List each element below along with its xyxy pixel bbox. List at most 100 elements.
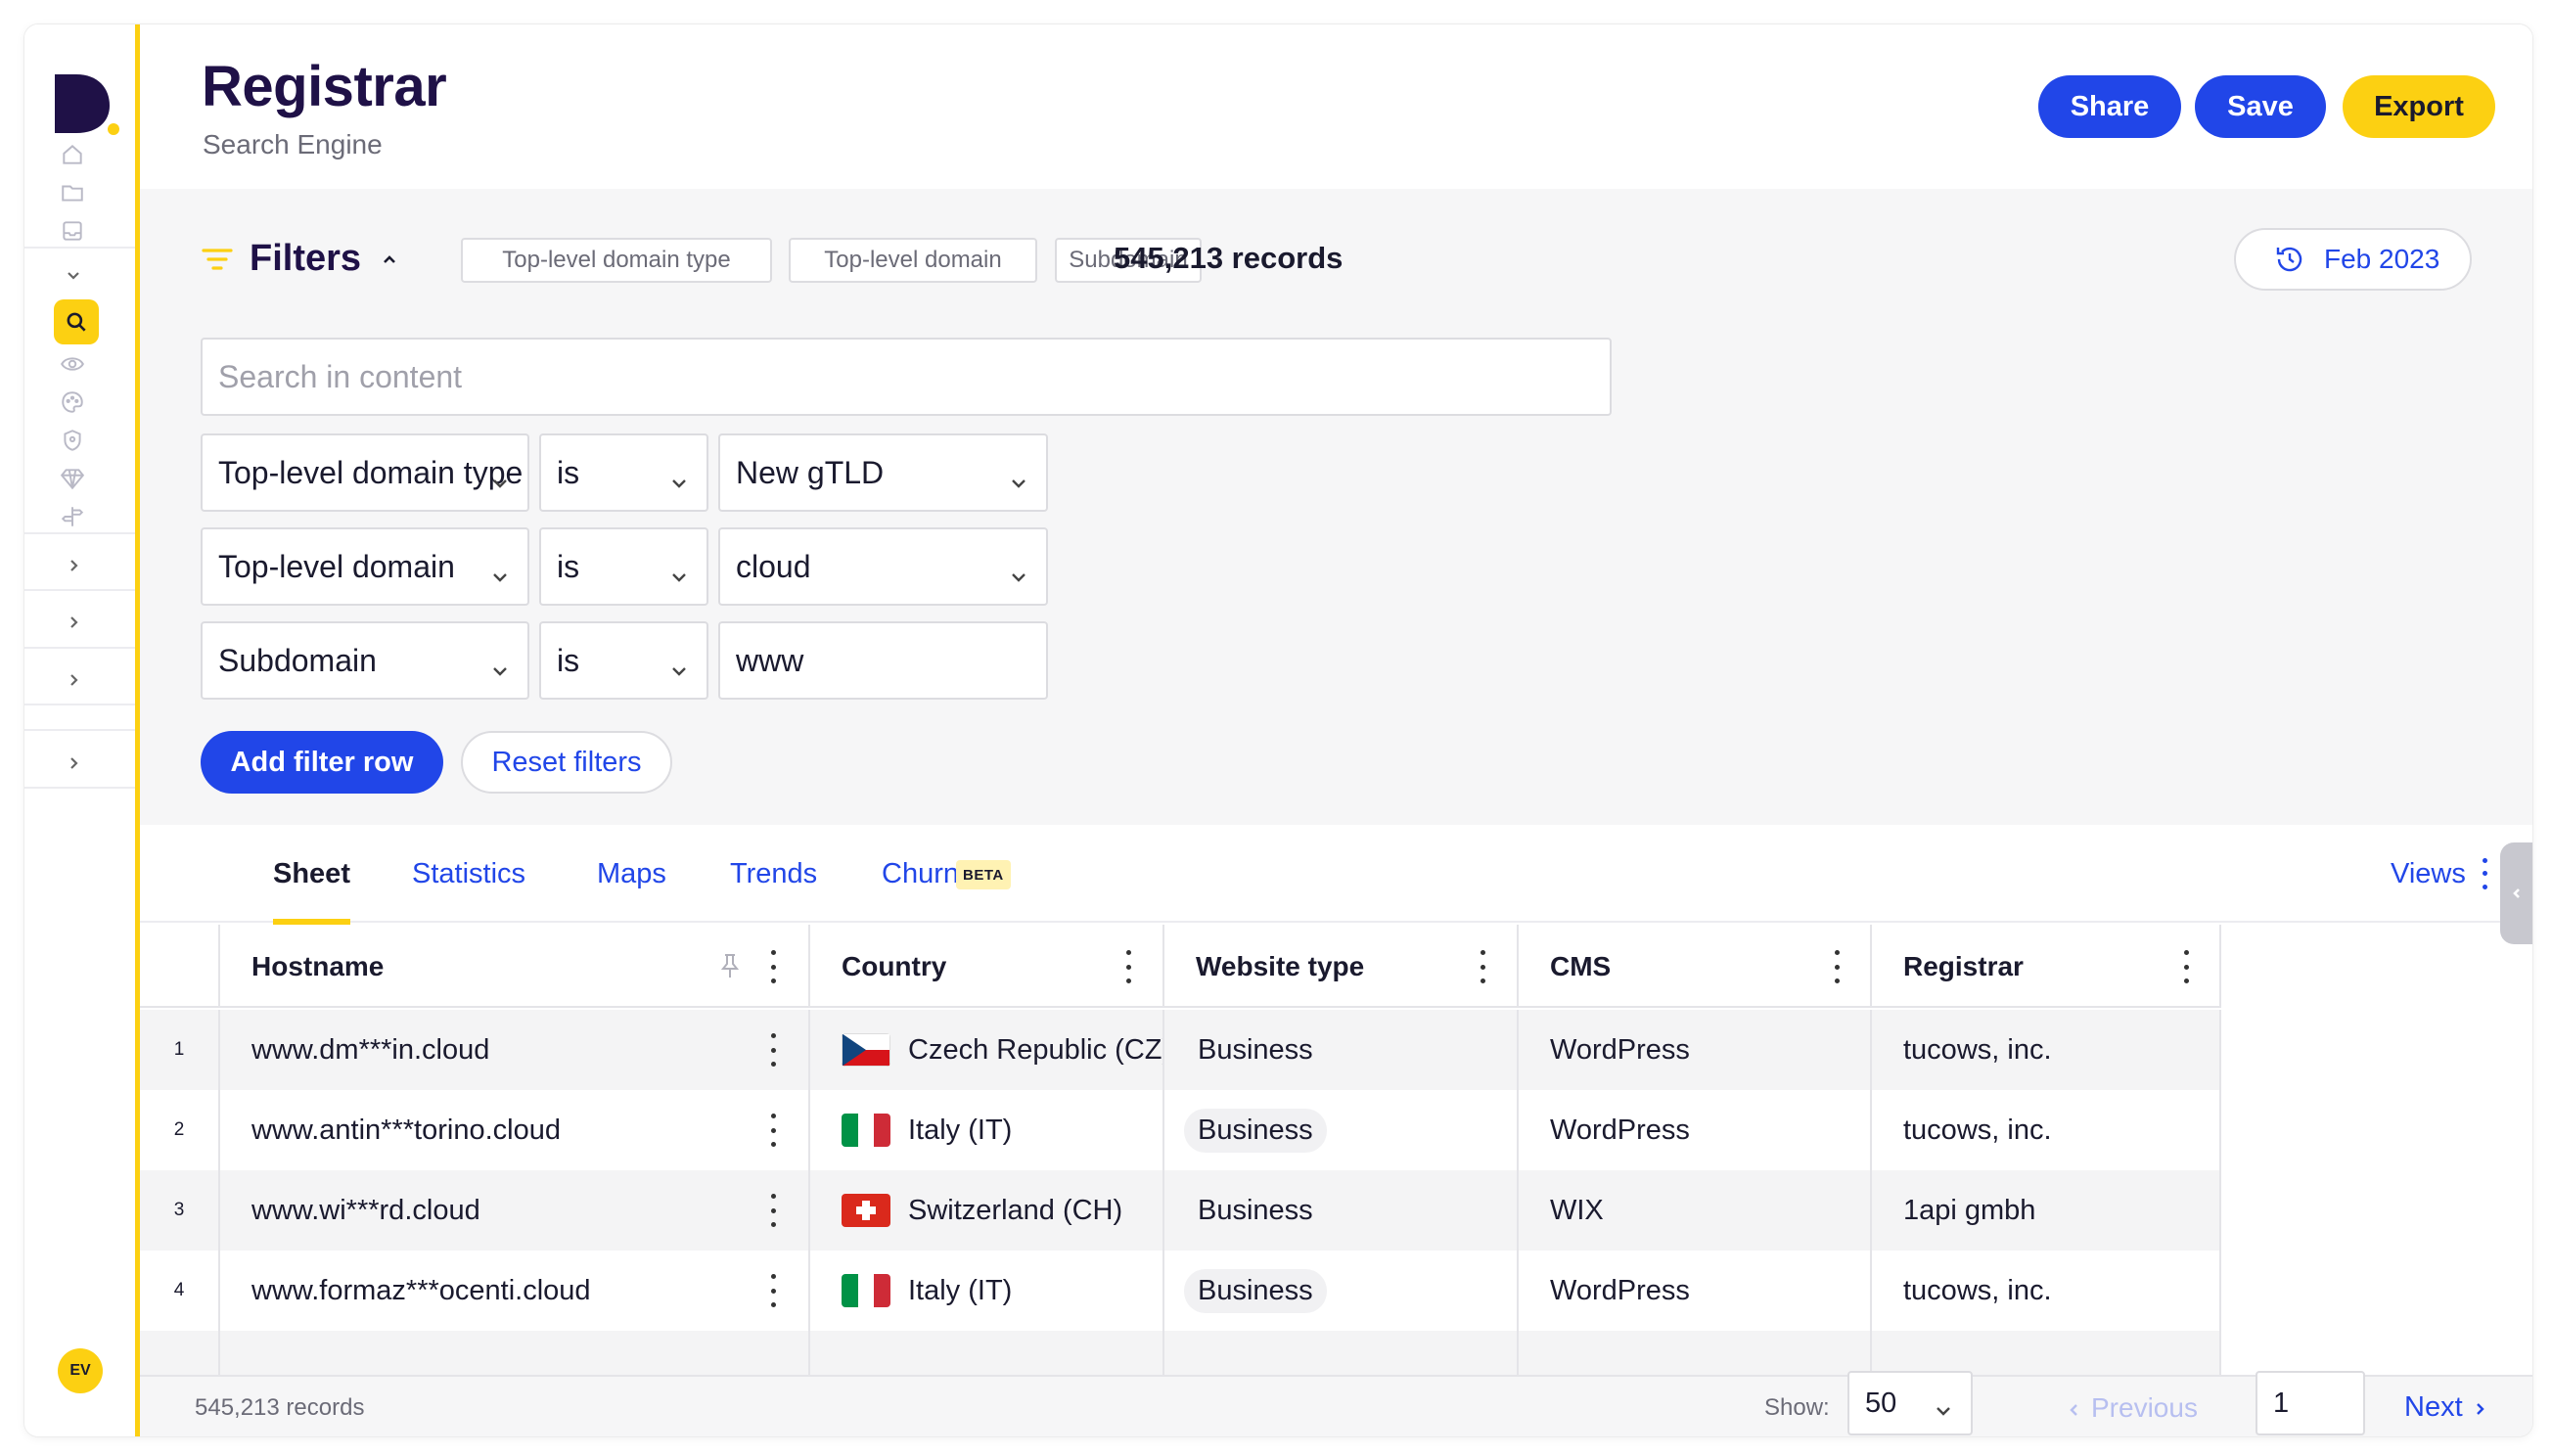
flag-it-icon bbox=[842, 1274, 890, 1307]
filter-value-select[interactable]: New gTLD bbox=[718, 433, 1048, 512]
filter-field-select[interactable]: Top-level domain type bbox=[201, 433, 529, 512]
column-header-website-type[interactable]: Website type bbox=[1164, 925, 1519, 1008]
chevron-down-icon bbox=[1009, 465, 1028, 488]
filters-title[interactable]: Filters bbox=[250, 238, 361, 280]
website-type-badge: Business bbox=[1184, 1268, 1327, 1313]
export-button[interactable]: Export bbox=[2343, 75, 2495, 138]
search-input[interactable] bbox=[201, 338, 1612, 416]
previous-page-button[interactable]: Previous bbox=[2068, 1377, 2198, 1436]
tab-statistics[interactable]: Statistics bbox=[412, 825, 525, 923]
brand-logo[interactable] bbox=[49, 68, 119, 137]
kebab-icon[interactable] bbox=[768, 1274, 778, 1307]
country-cell bbox=[810, 1331, 1164, 1375]
chevron-up-icon[interactable] bbox=[381, 250, 398, 268]
table-empty-area bbox=[2221, 925, 2500, 1375]
page-number-input[interactable] bbox=[2256, 1371, 2365, 1435]
filter-operator-select[interactable]: is bbox=[539, 433, 708, 512]
kebab-icon[interactable] bbox=[2181, 950, 2191, 983]
cms-cell: WordPress bbox=[1519, 1010, 1872, 1090]
avatar[interactable]: EV bbox=[58, 1348, 103, 1393]
table-footer: 545,213 records Show: 50 Previous Next bbox=[140, 1371, 2532, 1436]
table-row[interactable]: 3 www.wi***rd.cloud Switzerland (CH) Bus… bbox=[140, 1170, 2221, 1251]
filter-value-select[interactable]: cloud bbox=[718, 527, 1048, 606]
save-button[interactable]: Save bbox=[2195, 75, 2326, 138]
column-header-registrar[interactable]: Registrar bbox=[1872, 925, 2221, 1008]
country-cell: Czech Republic (CZ) bbox=[810, 1010, 1164, 1090]
country-cell: Italy (IT) bbox=[810, 1251, 1164, 1331]
inbox-icon[interactable] bbox=[56, 214, 89, 248]
website-type-cell: Business bbox=[1164, 1251, 1519, 1331]
home-icon[interactable] bbox=[56, 138, 89, 171]
shield-icon[interactable] bbox=[56, 424, 89, 457]
chevron-down-icon bbox=[669, 653, 689, 676]
registrar-cell: tucows, inc. bbox=[1872, 1090, 2221, 1170]
chevron-right-icon[interactable] bbox=[64, 670, 83, 690]
filter-operator-select[interactable]: is bbox=[539, 527, 708, 606]
tab-maps[interactable]: Maps bbox=[597, 825, 666, 923]
kebab-icon[interactable] bbox=[1832, 950, 1842, 983]
tab-churn[interactable]: Churn bbox=[882, 825, 959, 923]
table-row[interactable]: 4 www.formaz***ocenti.cloud Italy (IT) B… bbox=[140, 1251, 2221, 1331]
chevron-right-icon[interactable] bbox=[64, 613, 83, 632]
next-page-button[interactable]: Next bbox=[2404, 1377, 2486, 1436]
date-picker-button[interactable]: Feb 2023 bbox=[2234, 228, 2472, 291]
table-row[interactable]: 2 www.antin***torino.cloud Italy (IT) Bu… bbox=[140, 1090, 2221, 1170]
page-size-value: 50 bbox=[1865, 1387, 1897, 1419]
kebab-icon[interactable] bbox=[768, 950, 778, 983]
kebab-icon[interactable] bbox=[768, 1114, 778, 1147]
table-row[interactable]: 1 www.dm***in.cloud Czech Republic (CZ) … bbox=[140, 1010, 2221, 1090]
filter-field-select[interactable]: Top-level domain bbox=[201, 527, 529, 606]
filter-value-input[interactable]: www bbox=[718, 621, 1048, 700]
tab-trends[interactable]: Trends bbox=[730, 825, 817, 923]
filter-field-select[interactable]: Subdomain bbox=[201, 621, 529, 700]
filter-operator-select[interactable]: is bbox=[539, 621, 708, 700]
hostname-cell[interactable]: www.dm***in.cloud bbox=[220, 1010, 810, 1090]
filter-operator-value: is bbox=[557, 642, 580, 678]
signpost-icon[interactable] bbox=[56, 500, 89, 533]
kebab-icon[interactable] bbox=[768, 1033, 778, 1067]
kebab-icon[interactable] bbox=[768, 1194, 778, 1227]
pin-icon[interactable] bbox=[719, 952, 741, 979]
cms-cell: WordPress bbox=[1519, 1251, 1872, 1331]
kebab-icon[interactable] bbox=[2478, 854, 2491, 893]
add-filter-row-button[interactable]: Add filter row bbox=[201, 731, 443, 794]
column-header-label: Registrar bbox=[1903, 950, 2024, 981]
diamond-icon[interactable] bbox=[56, 462, 89, 495]
search-icon[interactable] bbox=[54, 299, 99, 344]
column-header-label: Hostname bbox=[251, 950, 385, 981]
reset-filters-button[interactable]: Reset filters bbox=[461, 731, 672, 794]
chevron-right-icon[interactable] bbox=[64, 753, 83, 773]
filter-chip[interactable]: Top-level domain type bbox=[461, 238, 772, 283]
history-icon bbox=[2276, 247, 2302, 272]
column-header-country[interactable]: Country bbox=[810, 925, 1164, 1008]
filter-chip[interactable]: Top-level domain bbox=[789, 238, 1037, 283]
hostname-cell[interactable]: www.antin***torino.cloud bbox=[220, 1090, 810, 1170]
website-type-cell: Business bbox=[1164, 1010, 1519, 1090]
website-type-badge: Business bbox=[1198, 1033, 1313, 1066]
filter-value: cloud bbox=[736, 548, 811, 584]
views-button[interactable]: Views bbox=[2391, 825, 2466, 923]
column-header-cms[interactable]: CMS bbox=[1519, 925, 1872, 1008]
table-header: Hostname Country Website type CMS Regist… bbox=[140, 925, 2221, 1008]
eye-icon[interactable] bbox=[56, 347, 89, 381]
page-size-select[interactable]: 50 bbox=[1847, 1371, 1973, 1435]
chevron-down-icon bbox=[669, 465, 689, 488]
country-text: Italy (IT) bbox=[908, 1114, 1013, 1146]
palette-icon[interactable] bbox=[56, 386, 89, 419]
column-header-hostname[interactable]: Hostname bbox=[220, 925, 810, 1008]
side-panel-handle[interactable] bbox=[2500, 842, 2532, 944]
tab-sheet[interactable]: Sheet bbox=[273, 825, 350, 925]
folder-icon[interactable] bbox=[56, 176, 89, 209]
hostname-cell[interactable]: www.formaz***ocenti.cloud bbox=[220, 1251, 810, 1331]
kebab-icon[interactable] bbox=[1123, 950, 1133, 983]
footer-records-count: 545,213 records bbox=[195, 1393, 365, 1421]
registrar-cell: 1api gmbh bbox=[1872, 1170, 2221, 1251]
cms-cell bbox=[1519, 1331, 1872, 1375]
chevron-down-icon[interactable] bbox=[64, 265, 83, 285]
hostname-cell[interactable]: www.wi***rd.cloud bbox=[220, 1170, 810, 1251]
kebab-icon[interactable] bbox=[1478, 950, 1487, 983]
chevron-right-icon[interactable] bbox=[64, 556, 83, 575]
sidebar-divider bbox=[24, 647, 135, 649]
table-row[interactable] bbox=[140, 1331, 2221, 1375]
share-button[interactable]: Share bbox=[2038, 75, 2181, 138]
